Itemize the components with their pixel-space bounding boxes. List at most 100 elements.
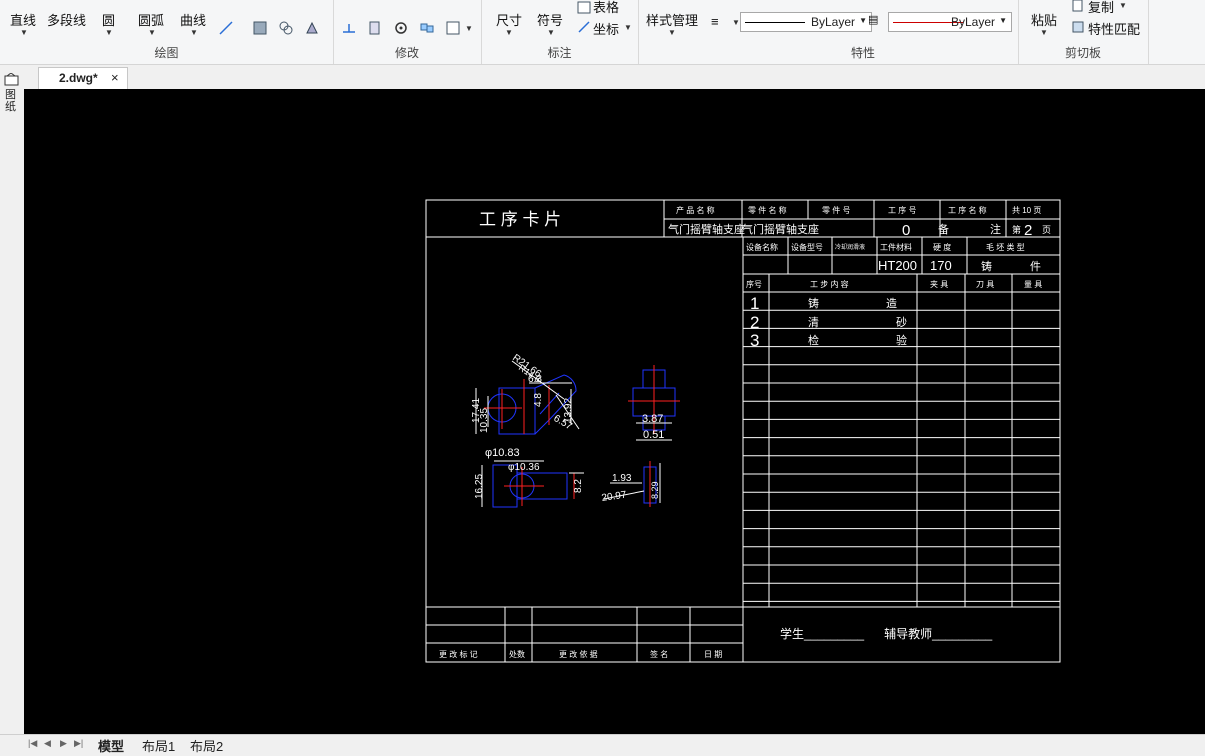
dimension-dropdown-icon[interactable]: ▼ [505, 28, 513, 37]
dim-phi-10-83: φ10.83 [485, 447, 520, 459]
draw-group-label: 绘图 [154, 46, 179, 60]
region-icon[interactable] [278, 20, 294, 36]
copy-object-icon[interactable] [367, 20, 383, 36]
properties-list-icon[interactable] [445, 20, 461, 36]
clipboard-group: 粘贴 ▼ 复制 ▼ 特性匹配 剪切板 [1018, 0, 1149, 64]
line-dropdown-icon[interactable]: ▼ [20, 28, 28, 37]
array-icon[interactable] [419, 20, 435, 36]
move-icon[interactable] [341, 20, 357, 36]
dim-6-3: 6.3 [528, 374, 542, 385]
symbol-button[interactable]: 符号 [537, 10, 563, 29]
dim-4-8: 4.8 [533, 393, 544, 407]
layout-tab-bar: |◀ ◀ ▶ ▶| 模型 布局1 布局2 [0, 734, 1205, 756]
equip-name-label: 设备名称 [746, 242, 778, 252]
side-view: 3.87 0.51 [628, 365, 680, 441]
arc-dropdown-icon[interactable]: ▼ [148, 28, 156, 37]
steps-fixture-header: 夹 具 [930, 279, 948, 289]
document-tab-label: 2.dwg* [59, 71, 98, 85]
drawing-svg[interactable]: 工 序 卡 片 产 品 名 称 零 件 名 称 零 件 号 工 序 号 工 序 … [24, 89, 1205, 734]
step-text-b: 砂 [896, 316, 907, 329]
step-text-b: 验 [896, 333, 907, 347]
linetype-icon[interactable]: ▤ [868, 13, 878, 26]
coordinate-button[interactable]: 坐标 [593, 19, 619, 38]
header-process-name: 工 序 名 称 [948, 205, 987, 215]
step-no: 1 [750, 294, 759, 313]
linetype-combo-value: ByLayer [950, 15, 995, 29]
curve-button[interactable]: 曲线 [180, 10, 206, 29]
copy-dropdown-icon[interactable]: ▼ [1119, 1, 1127, 10]
steps-content-header: 工 步 内 容 [810, 279, 849, 289]
next-layout-icon[interactable]: ▶ [60, 738, 67, 749]
header-process-no: 工 序 号 [888, 205, 916, 215]
first-layout-icon[interactable]: |◀ [28, 738, 37, 749]
line-button[interactable]: 直线 [10, 10, 36, 29]
copy-button[interactable]: 复制 [1088, 0, 1114, 16]
match-properties-icon [1072, 21, 1084, 33]
coordinate-icon[interactable] [576, 19, 592, 35]
polyline-button[interactable]: 多段线 [47, 10, 86, 29]
modify-group: ▼ 修改 [333, 0, 482, 64]
tab-layout1[interactable]: 布局1 [142, 736, 175, 755]
draw-group: 直线 ▼ 多段线 圆 ▼ 圆弧 ▼ 曲线 ▼ 绘图 [0, 0, 334, 64]
header-product-name: 产 品 名 称 [676, 205, 715, 215]
signature-line: 学生_________ 辅导教师_________ [780, 626, 992, 641]
circle-dropdown-icon[interactable]: ▼ [105, 28, 113, 37]
style-manager-button[interactable]: 样式管理 [646, 10, 698, 29]
arc-button[interactable]: 圆弧 [138, 10, 164, 29]
drawing-canvas[interactable]: 工 序 卡 片 产 品 名 称 零 件 名 称 零 件 号 工 序 号 工 序 … [24, 89, 1205, 734]
card-title: 工 序 卡 片 [479, 210, 561, 229]
prev-layout-icon[interactable]: ◀ [44, 738, 51, 749]
document-tab-2dwg[interactable]: 2.dwg* × [38, 67, 128, 90]
circle-button[interactable]: 圆 [102, 10, 115, 29]
hatch-icon[interactable] [252, 20, 268, 36]
tab-layout2[interactable]: 布局2 [190, 736, 223, 755]
linetype-combo[interactable]: ByLayer ▼ [888, 12, 1012, 32]
diagonal-line-icon[interactable] [218, 20, 234, 36]
coordinate-dropdown-icon[interactable]: ▼ [624, 23, 632, 32]
revision-sign-label: 签 名 [650, 649, 668, 659]
step-text-a: 清 [808, 316, 819, 329]
paste-button[interactable]: 粘贴 [1031, 10, 1057, 29]
style-dropdown-icon[interactable]: ▼ [668, 28, 676, 37]
header-page: 第 [1012, 224, 1021, 235]
curve-dropdown-icon[interactable]: ▼ [190, 28, 198, 37]
step-row-2: 2 清 砂 [750, 313, 907, 332]
steps-gauge-header: 量 具 [1024, 280, 1042, 289]
front-view: R21.66 R14.6 6.3 4.8 13.92 6.57 17.41 10… [471, 352, 580, 435]
sheet-manager-icon[interactable] [4, 73, 20, 87]
header-process-no-value: 0 [902, 222, 910, 239]
header-remark-b: 注 [990, 222, 1001, 236]
equip-model-label: 设备型号 [791, 242, 823, 252]
copy-icon [1072, 0, 1083, 12]
last-layout-icon[interactable]: ▶| [74, 738, 83, 749]
match-properties-button[interactable]: 特性匹配 [1088, 19, 1140, 38]
step-no: 2 [750, 313, 759, 332]
table-button[interactable]: 表格 [593, 0, 619, 16]
dim-3-87: 3.87 [642, 413, 663, 425]
properties-group: ≡ ▼ ByLayer ▼ ▤ ByLayer ▼ 特性 [708, 0, 1019, 64]
rotate-icon[interactable] [393, 20, 409, 36]
document-tab-bar: 2.dwg* × [0, 65, 1205, 90]
annotate-group-label: 标注 [547, 46, 572, 60]
properties-group-label: 特性 [850, 46, 875, 60]
color-combo[interactable]: ByLayer ▼ [740, 12, 872, 32]
linetype-combo-arrow-icon[interactable]: ▼ [999, 16, 1007, 25]
lineweight-dropdown-icon[interactable]: ▼ [732, 18, 740, 27]
steps-no-header: 序号 [746, 279, 762, 289]
modify-dropdown-icon[interactable]: ▼ [465, 24, 473, 33]
revision-mark-label: 更 改 标 记 [439, 649, 478, 659]
tab-model[interactable]: 模型 [98, 736, 124, 755]
symbol-dropdown-icon[interactable]: ▼ [547, 28, 555, 37]
color-combo-arrow-icon[interactable]: ▼ [859, 16, 867, 25]
dim-16-25: 16.25 [474, 474, 485, 499]
close-icon[interactable]: × [111, 70, 119, 85]
table-icon[interactable] [576, 0, 592, 16]
steps-tool-header: 刀 具 [976, 280, 994, 289]
lineweight-icon[interactable]: ≡ [711, 14, 719, 29]
step-text-a: 检 [808, 333, 819, 347]
dimension-button[interactable]: 尺寸 [496, 10, 522, 29]
paste-dropdown-icon[interactable]: ▼ [1040, 28, 1048, 37]
coolant-label: 冷却润滑液 [835, 243, 865, 251]
boundary-icon[interactable] [304, 20, 320, 36]
sheet-manager-label[interactable]: 图纸 [5, 89, 17, 113]
